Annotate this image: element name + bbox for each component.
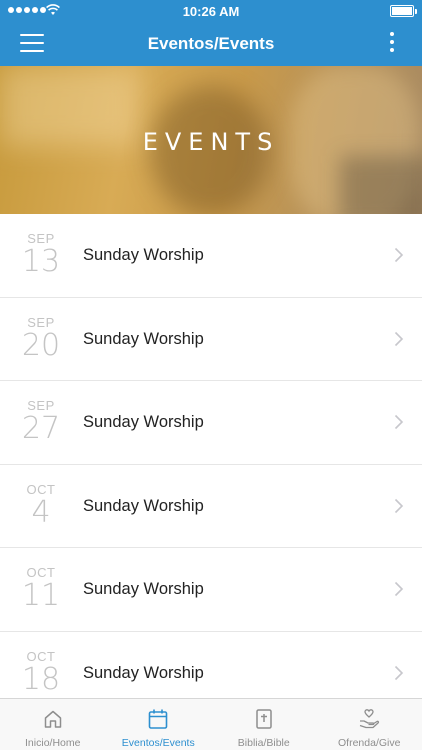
event-name: Sunday Worship	[83, 413, 204, 431]
event-row[interactable]: OCT 4 Sunday Worship	[0, 464, 422, 548]
status-bar: 10:26 AM	[0, 0, 422, 22]
tab-label: Ofrenda/Give	[338, 737, 401, 749]
event-date: OCT 11	[18, 566, 64, 612]
chevron-right-icon	[394, 247, 404, 263]
give-icon	[360, 709, 380, 729]
event-day: 20	[21, 327, 61, 363]
tab-give[interactable]: Ofrenda/Give	[317, 699, 422, 750]
event-list: SEP 13 Sunday Worship SEP 20 Sunday Wors…	[0, 214, 422, 698]
event-name: Sunday Worship	[83, 496, 204, 515]
calendar-icon	[148, 709, 168, 729]
event-day: 18	[21, 661, 61, 697]
event-date: OCT 18	[18, 649, 64, 697]
event-date: SEP 27	[18, 399, 64, 445]
event-row[interactable]: SEP 13 Sunday Worship	[0, 214, 422, 298]
chevron-right-icon	[394, 498, 404, 513]
tab-label: Biblia/Bible	[237, 737, 290, 749]
hero-title: EVENTS	[142, 128, 280, 156]
events-hero-banner: EVENTS	[0, 66, 422, 214]
event-row[interactable]: OCT 18 Sunday Worship	[0, 631, 422, 698]
event-day: 4	[31, 494, 51, 530]
event-day: 11	[21, 578, 61, 613]
battery-icon	[390, 5, 417, 17]
tab-bible[interactable]: Biblia/Bible	[211, 699, 317, 750]
event-day: 13	[21, 244, 61, 279]
event-day: 27	[21, 411, 61, 446]
chevron-right-icon	[394, 665, 404, 680]
tab-bar: Inicio/Home Eventos/Events Biblia/Bible …	[0, 698, 422, 750]
bible-icon	[256, 709, 272, 729]
home-icon	[44, 710, 61, 728]
event-name: Sunday Worship	[83, 329, 204, 348]
event-name: Sunday Worship	[83, 580, 204, 598]
tab-label: Eventos/Events	[121, 737, 195, 749]
page-title: Eventos/Events	[147, 34, 275, 53]
tab-label: Inicio/Home	[25, 737, 81, 749]
event-date: OCT 4	[18, 482, 64, 530]
more-options-button[interactable]	[388, 32, 396, 56]
status-time: 10:26 AM	[182, 4, 240, 19]
tab-events[interactable]: Eventos/Events	[106, 699, 212, 750]
event-date: SEP 20	[18, 315, 64, 363]
event-date: SEP 13	[18, 232, 64, 278]
chevron-right-icon	[394, 581, 404, 597]
tab-home[interactable]: Inicio/Home	[0, 699, 106, 750]
event-row[interactable]: SEP 27 Sunday Worship	[0, 381, 422, 465]
chevron-right-icon	[394, 414, 404, 430]
event-row[interactable]: OCT 11 Sunday Worship	[0, 548, 422, 632]
event-row[interactable]: SEP 20 Sunday Worship	[0, 297, 422, 381]
event-name: Sunday Worship	[83, 246, 204, 264]
nav-bar: Eventos/Events	[0, 22, 422, 66]
event-name: Sunday Worship	[83, 663, 204, 682]
chevron-right-icon	[394, 331, 404, 346]
